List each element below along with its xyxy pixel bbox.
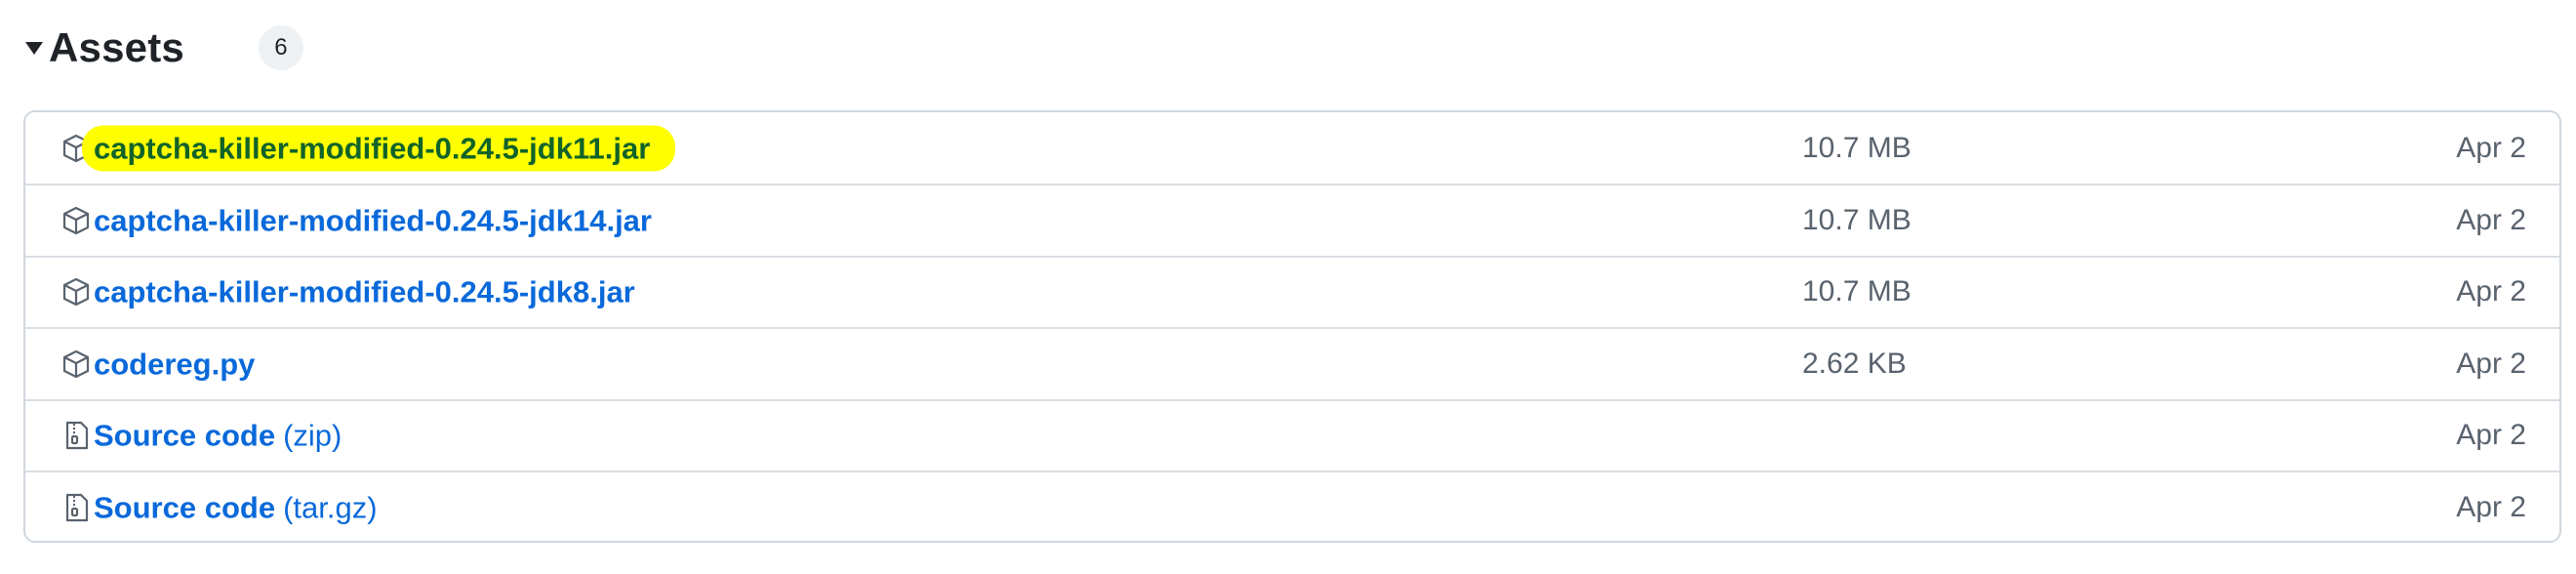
assets-header[interactable]: Assets 6 <box>23 14 303 82</box>
asset-date: Apr 2 <box>2456 347 2526 380</box>
asset-link-source-zip[interactable]: Source code (zip) <box>94 421 342 451</box>
asset-name[interactable]: Source code <box>94 419 275 453</box>
asset-name[interactable]: Source code <box>94 490 275 524</box>
package-icon <box>60 276 92 308</box>
assets-list: captcha-killer-modified-0.24.5-jdk11.jar… <box>23 110 2561 543</box>
asset-date: Apr 2 <box>2456 419 2526 452</box>
asset-date: Apr 2 <box>2456 131 2526 164</box>
file-zip-icon <box>60 492 92 523</box>
asset-name[interactable]: captcha-killer-modified-0.24.5-jdk8.jar <box>94 275 635 309</box>
asset-size: 10.7 MB <box>1802 203 1912 236</box>
asset-name[interactable]: captcha-killer-modified-0.24.5-jdk14.jar <box>94 203 652 237</box>
assets-count-badge: 6 <box>258 25 303 70</box>
asset-row: Source code (tar.gz) Apr 2 <box>25 471 2559 541</box>
file-zip-icon <box>60 420 92 451</box>
asset-suffix[interactable]: (tar.gz) <box>283 490 377 524</box>
asset-row: codereg.py 2.62 KB Apr 2 <box>25 327 2559 399</box>
asset-size: 10.7 MB <box>1802 131 1912 164</box>
package-icon <box>60 348 92 380</box>
asset-row: captcha-killer-modified-0.24.5-jdk8.jar … <box>25 255 2559 328</box>
asset-date: Apr 2 <box>2456 275 2526 308</box>
asset-name[interactable]: captcha-killer-modified-0.24.5-jdk11.jar <box>94 131 650 165</box>
asset-name[interactable]: codereg.py <box>94 347 255 381</box>
asset-size: 2.62 KB <box>1802 347 1907 380</box>
asset-link-source-targz[interactable]: Source code (tar.gz) <box>94 492 378 522</box>
asset-link-jdk14[interactable]: captcha-killer-modified-0.24.5-jdk14.jar <box>94 205 652 235</box>
asset-size: 10.7 MB <box>1802 275 1912 308</box>
package-icon <box>60 205 92 236</box>
asset-link-codereg[interactable]: codereg.py <box>94 348 255 379</box>
asset-date: Apr 2 <box>2456 490 2526 523</box>
assets-title: Assets <box>49 24 184 70</box>
asset-date: Apr 2 <box>2456 203 2526 236</box>
asset-link-jdk11[interactable]: captcha-killer-modified-0.24.5-jdk11.jar <box>82 125 676 171</box>
asset-row: Source code (zip) Apr 2 <box>25 398 2559 472</box>
asset-link-jdk8[interactable]: captcha-killer-modified-0.24.5-jdk8.jar <box>94 277 635 308</box>
asset-suffix[interactable]: (zip) <box>283 419 342 453</box>
asset-row: captcha-killer-modified-0.24.5-jdk14.jar… <box>25 184 2559 256</box>
asset-row: captcha-killer-modified-0.24.5-jdk11.jar… <box>25 112 2559 184</box>
triangle-down-icon[interactable] <box>23 37 45 59</box>
